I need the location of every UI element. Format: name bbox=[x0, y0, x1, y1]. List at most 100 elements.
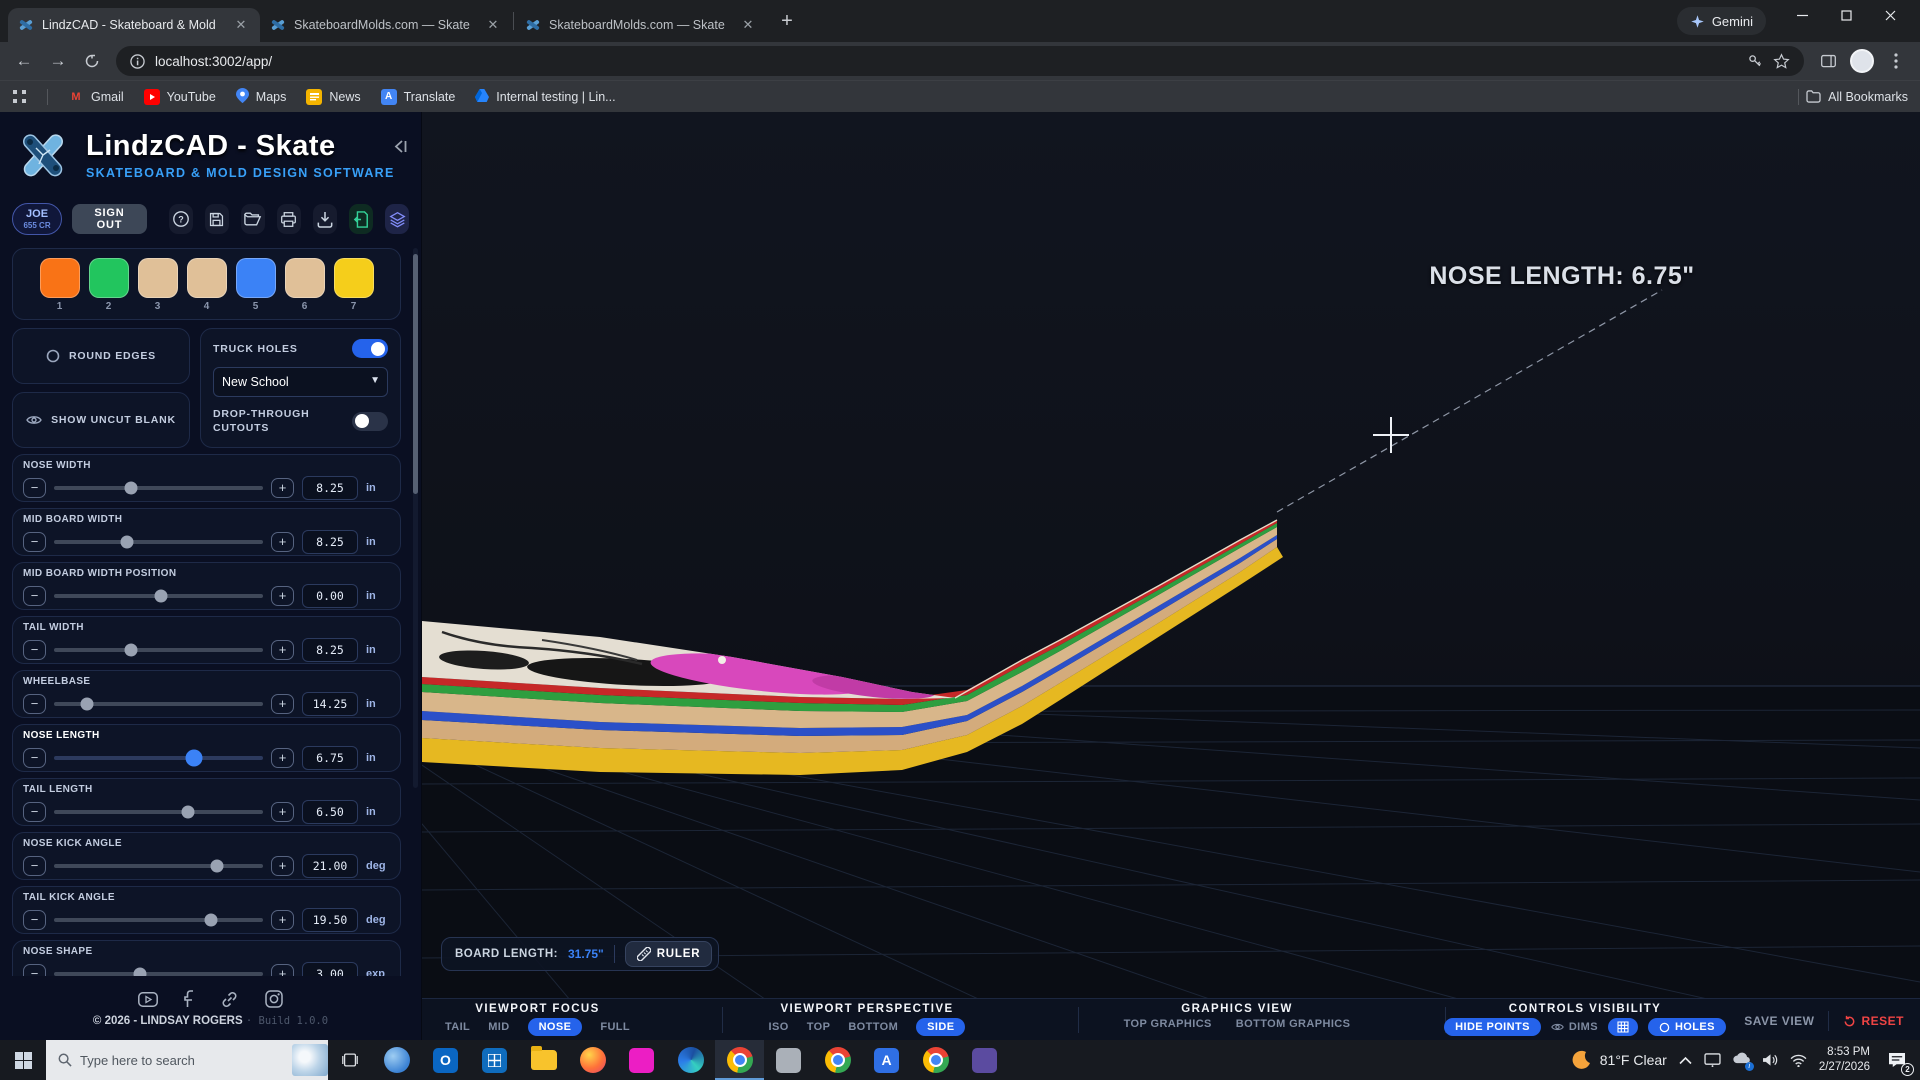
weather-widget[interactable]: 81°F Clear bbox=[1572, 1050, 1667, 1070]
slider-thumb[interactable] bbox=[154, 590, 167, 603]
slider-thumb[interactable] bbox=[133, 968, 146, 977]
decrement-button[interactable]: − bbox=[23, 532, 46, 552]
dims-toggle[interactable]: DIMS bbox=[1551, 1021, 1598, 1033]
slider-thumb[interactable] bbox=[186, 750, 203, 767]
help-button[interactable]: ? bbox=[169, 204, 193, 234]
focus-mid-button[interactable]: MID bbox=[488, 1021, 509, 1033]
slider-track[interactable] bbox=[54, 864, 263, 868]
site-info-icon[interactable] bbox=[130, 54, 145, 69]
increment-button[interactable]: + bbox=[271, 964, 294, 976]
download-button[interactable] bbox=[313, 204, 337, 234]
taskbar-app-outlook[interactable]: O bbox=[421, 1040, 470, 1080]
decrement-button[interactable]: − bbox=[23, 856, 46, 876]
taskbar-app-chrome-2[interactable] bbox=[813, 1040, 862, 1080]
export-file-button[interactable] bbox=[349, 204, 373, 234]
taskbar-app-chrome-active[interactable] bbox=[715, 1040, 764, 1080]
reset-button[interactable]: RESET bbox=[1843, 1014, 1904, 1028]
holes-toggle[interactable]: HOLES bbox=[1648, 1018, 1726, 1036]
tab-skateboardmolds-2[interactable]: SkateboardMolds.com — Skate ✕ bbox=[515, 8, 767, 42]
decrement-button[interactable]: − bbox=[23, 802, 46, 822]
slider-track[interactable] bbox=[54, 648, 263, 652]
notification-center-button[interactable]: 2 bbox=[1882, 1045, 1912, 1075]
value-input[interactable]: 3.00 bbox=[302, 962, 358, 976]
bookmark-translate[interactable]: ATranslate bbox=[381, 89, 456, 105]
perspective-iso-button[interactable]: ISO bbox=[769, 1021, 789, 1033]
save-button[interactable] bbox=[205, 204, 229, 234]
slider-thumb[interactable] bbox=[211, 860, 224, 873]
value-input[interactable]: 8.25 bbox=[302, 638, 358, 662]
taskbar-app-pink[interactable] bbox=[617, 1040, 666, 1080]
top-graphics-button[interactable]: TOP GRAPHICS bbox=[1124, 1018, 1212, 1030]
slider-thumb[interactable] bbox=[125, 482, 138, 495]
slider-track[interactable] bbox=[54, 486, 263, 490]
perspective-side-button[interactable]: SIDE bbox=[916, 1018, 965, 1036]
focus-tail-button[interactable]: TAIL bbox=[445, 1021, 470, 1033]
taskbar-clock[interactable]: 8:53 PM 2/27/2026 bbox=[1819, 1045, 1870, 1075]
grid-toggle[interactable] bbox=[1608, 1018, 1638, 1036]
decrement-button[interactable]: − bbox=[23, 640, 46, 660]
url-text[interactable]: localhost:3002/app/ bbox=[155, 54, 1737, 69]
focus-full-button[interactable]: FULL bbox=[600, 1021, 630, 1033]
user-credits-button[interactable]: JOE 655 CR bbox=[12, 203, 62, 235]
taskbar-app-blue-a[interactable]: A bbox=[862, 1040, 911, 1080]
open-file-button[interactable] bbox=[241, 204, 265, 234]
tab-close-icon[interactable]: ✕ bbox=[484, 16, 502, 34]
slider-track[interactable] bbox=[54, 972, 263, 976]
layers-button[interactable] bbox=[385, 204, 409, 234]
swatch-3[interactable]: 3 bbox=[138, 258, 178, 312]
truck-holes-toggle[interactable] bbox=[352, 339, 388, 358]
taskbar-app-firefox[interactable] bbox=[568, 1040, 617, 1080]
slider-track[interactable] bbox=[54, 594, 263, 598]
taskbar-app-store[interactable] bbox=[470, 1040, 519, 1080]
slider-thumb[interactable] bbox=[121, 536, 134, 549]
forward-button[interactable]: → bbox=[42, 45, 74, 77]
value-input[interactable]: 21.00 bbox=[302, 854, 358, 878]
task-view-button[interactable] bbox=[328, 1040, 372, 1080]
focus-nose-button[interactable]: NOSE bbox=[528, 1018, 583, 1036]
taskbar-app-chrome-3[interactable] bbox=[911, 1040, 960, 1080]
swatch-6[interactable]: 6 bbox=[285, 258, 325, 312]
print-button[interactable] bbox=[277, 204, 301, 234]
tab-skateboardmolds-1[interactable]: SkateboardMolds.com — Skate ✕ bbox=[260, 8, 512, 42]
start-button[interactable] bbox=[0, 1040, 46, 1080]
minimize-button[interactable] bbox=[1780, 0, 1824, 30]
maximize-button[interactable] bbox=[1824, 0, 1868, 30]
decrement-button[interactable]: − bbox=[23, 910, 46, 930]
slider-thumb[interactable] bbox=[125, 644, 138, 657]
hide-points-button[interactable]: HIDE POINTS bbox=[1444, 1018, 1541, 1036]
slider-track[interactable] bbox=[54, 540, 263, 544]
value-input[interactable]: 19.50 bbox=[302, 908, 358, 932]
perspective-bottom-button[interactable]: BOTTOM bbox=[848, 1021, 898, 1033]
search-highlight-image[interactable] bbox=[292, 1044, 328, 1076]
bookmark-youtube[interactable]: YouTube bbox=[144, 89, 216, 105]
instagram-social-icon[interactable] bbox=[265, 990, 283, 1008]
increment-button[interactable]: + bbox=[271, 856, 294, 876]
bookmark-news[interactable]: News bbox=[306, 89, 360, 105]
taskbar-app-purple[interactable] bbox=[960, 1040, 1009, 1080]
increment-button[interactable]: + bbox=[271, 586, 294, 606]
increment-button[interactable]: + bbox=[271, 748, 294, 768]
sidebar-collapse-icon[interactable] bbox=[392, 138, 409, 160]
bookmark-star-icon[interactable] bbox=[1773, 53, 1790, 70]
viewport-3d[interactable]: NOSE LENGTH: 6.75" BOARD LENGTH: 31.75" … bbox=[422, 112, 1920, 1040]
slider-track[interactable] bbox=[54, 810, 263, 814]
swatch-1[interactable]: 1 bbox=[40, 258, 80, 312]
value-input[interactable]: 6.75 bbox=[302, 746, 358, 770]
tray-expand-chevron-icon[interactable] bbox=[1679, 1056, 1692, 1065]
reload-button[interactable] bbox=[76, 45, 108, 77]
increment-button[interactable]: + bbox=[271, 802, 294, 822]
bottom-graphics-button[interactable]: BOTTOM GRAPHICS bbox=[1236, 1018, 1351, 1030]
slider-track[interactable] bbox=[54, 756, 263, 760]
sidebar-scrollbar[interactable] bbox=[413, 248, 418, 788]
slider-track[interactable] bbox=[54, 702, 263, 706]
perspective-top-button[interactable]: TOP bbox=[807, 1021, 831, 1033]
drop-through-toggle[interactable] bbox=[352, 412, 388, 431]
slider-track[interactable] bbox=[54, 918, 263, 922]
onedrive-cloud-icon[interactable]: i bbox=[1732, 1051, 1751, 1069]
swatch-2[interactable]: 2 bbox=[89, 258, 129, 312]
volume-icon[interactable] bbox=[1762, 1053, 1779, 1067]
save-view-button[interactable]: SAVE VIEW bbox=[1744, 1014, 1814, 1028]
slider-thumb[interactable] bbox=[204, 914, 217, 927]
back-button[interactable]: ← bbox=[8, 45, 40, 77]
tab-close-icon[interactable]: ✕ bbox=[739, 16, 757, 34]
